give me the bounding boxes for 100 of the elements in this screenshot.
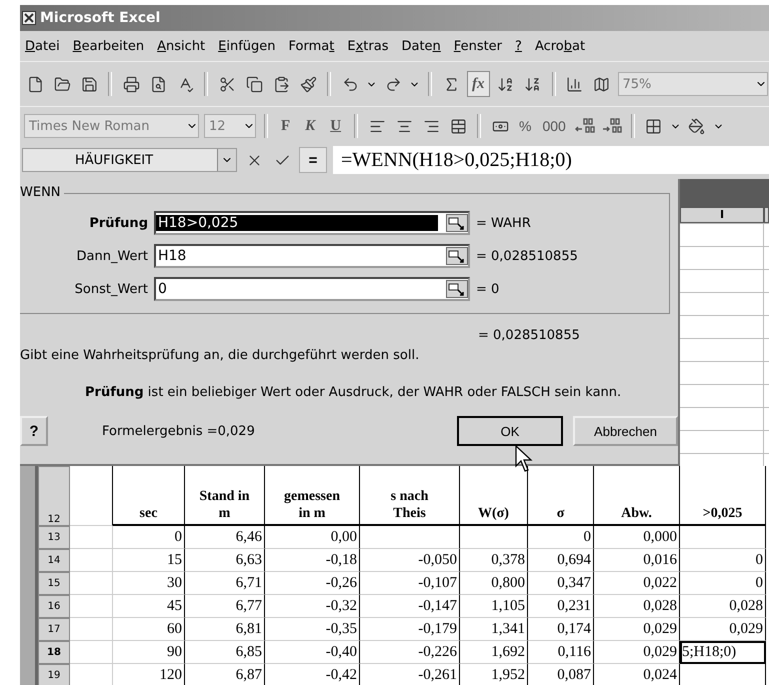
menu-item[interactable]: Bearbeiten — [72, 38, 144, 54]
table-cell: 0,029 — [680, 618, 766, 641]
name-box[interactable]: HÄUFIGKEIT — [22, 148, 237, 172]
column-heading: Abw. — [594, 466, 680, 526]
table-cell: -0,26 — [265, 572, 360, 595]
table-cell: 15 — [113, 549, 185, 572]
table-cell: -0,261 — [360, 664, 460, 685]
ok-button[interactable]: OK — [457, 416, 563, 446]
menu-item[interactable]: ? — [515, 38, 522, 54]
table-cell: -0,40 — [265, 641, 360, 664]
table-cell: -0,32 — [265, 595, 360, 618]
function-name: WENN — [20, 185, 62, 201]
table-cell: 30 — [113, 572, 185, 595]
table-cell: -0,18 — [265, 549, 360, 572]
row-header[interactable]: 12 — [38, 466, 70, 526]
row-header[interactable]: 16 — [38, 595, 70, 618]
row-header[interactable]: 13 — [38, 526, 70, 549]
column-header[interactable] — [764, 207, 769, 223]
cancel-button[interactable]: Abbrechen — [573, 416, 678, 446]
table-cell: 6,71 — [185, 572, 265, 595]
collapse-dialog-icon[interactable] — [446, 214, 468, 232]
table-cell: 0,024 — [594, 664, 680, 685]
table-cell: 0 — [680, 572, 766, 595]
menu-item[interactable]: Extras — [347, 38, 388, 54]
table-cell: 0,029 — [594, 641, 680, 664]
formula-result: Formelergebnis =0,029 — [102, 424, 256, 438]
table-cell: -0,42 — [265, 664, 360, 685]
decrease-decimal-icon[interactable] — [600, 117, 623, 135]
argument-field[interactable]: H18>0,025 — [154, 211, 470, 235]
table-cell: 0,087 — [528, 664, 594, 685]
collapse-dialog-icon[interactable] — [446, 247, 468, 265]
table-cell: 0,029 — [594, 618, 680, 641]
argument-label: Sonst_Wert — [74, 282, 148, 296]
menu-item[interactable]: Fenster — [454, 38, 502, 54]
increase-decimal-icon[interactable] — [574, 117, 596, 135]
menu-item[interactable]: Daten — [401, 38, 441, 54]
italic-button[interactable]: K — [300, 113, 320, 139]
function-description: Gibt eine Wahrheitsprüfung an, die durchgeführt werden soll. — [20, 348, 420, 363]
argument-field[interactable]: H18 — [154, 244, 470, 268]
table-cell: 90 — [113, 641, 185, 664]
equals-button[interactable]: = — [299, 147, 327, 173]
table-cell: -0,107 — [360, 572, 460, 595]
row-header[interactable]: 19 — [38, 664, 70, 685]
column-heading: >0,025 — [680, 466, 766, 526]
table-cell: 6,81 — [185, 618, 265, 641]
help-button[interactable]: ? — [20, 416, 48, 446]
table-cell: 1,341 — [460, 618, 528, 641]
argument-label: Dann_Wert — [76, 248, 148, 264]
table-cell: 0,231 — [528, 595, 594, 618]
argument-field[interactable]: 0 — [154, 277, 470, 301]
table-cell: -0,35 — [265, 618, 360, 641]
row-header[interactable]: 18 — [38, 641, 70, 664]
window-title: Microsoft Excel — [40, 10, 160, 26]
row-header[interactable]: 17 — [38, 618, 70, 641]
function-button[interactable]: fx — [467, 71, 490, 97]
table-cell: 0,694 — [528, 549, 594, 572]
menu-item[interactable]: Format — [288, 38, 334, 54]
excel-logo-icon — [22, 11, 36, 25]
argument-label: Prüfung — [88, 216, 148, 230]
row-header[interactable]: 15 — [38, 572, 70, 595]
menu-item[interactable]: Einfügen — [218, 38, 276, 54]
table-cell: 6,77 — [185, 595, 265, 618]
column-header[interactable]: I — [680, 207, 764, 223]
table-cell: 45 — [113, 595, 185, 618]
column-heading: gemessen in m — [265, 466, 360, 526]
table-cell: 1,692 — [460, 641, 528, 664]
column-heading: Stand in m — [185, 466, 265, 526]
empty-cell — [460, 526, 528, 549]
function-result: = 0,028510855 — [478, 328, 581, 343]
bold-button[interactable]: F — [276, 113, 296, 139]
table-cell: 6,87 — [185, 664, 265, 685]
table-cell: 0,028 — [680, 595, 766, 618]
table-cell: 60 — [113, 618, 185, 641]
table-cell: 6,63 — [185, 549, 265, 572]
row-header[interactable]: 14 — [38, 549, 70, 572]
underline-button[interactable]: U — [325, 113, 346, 139]
menu-item[interactable]: Datei — [25, 38, 60, 54]
table-cell: 0,028 — [594, 595, 680, 618]
table-cell: 0,016 — [594, 549, 680, 572]
collapse-dialog-icon[interactable] — [446, 280, 468, 298]
table-cell: 0,174 — [528, 618, 594, 641]
menu-item[interactable]: Ansicht — [157, 38, 206, 54]
table-cell: 0 — [113, 526, 185, 549]
formula-field[interactable]: =WENN(H18>0,025;H18;0) — [333, 146, 769, 174]
table-cell: 1,952 — [460, 664, 528, 685]
dropdown-button[interactable] — [217, 149, 236, 171]
column-heading: s nach Theis — [360, 466, 460, 526]
column-heading: σ — [528, 466, 594, 526]
table-cell: 0,000 — [594, 526, 680, 549]
thousands-button[interactable]: 000 — [539, 118, 569, 134]
table-cell: -0,050 — [360, 549, 460, 572]
argument-help: Prüfung ist ein beliebiger Wert oder Ausdruck, der WAHR oder FALSCH sein kann. — [85, 385, 622, 400]
argument-result: = 0,028510855 — [476, 248, 578, 264]
menu-item[interactable]: Acrobat — [534, 38, 586, 54]
table-cell: -0,147 — [360, 595, 460, 618]
table-cell: 0,800 — [460, 572, 528, 595]
percent-button[interactable]: % — [516, 118, 534, 134]
active-cell[interactable]: 5;H18;0) — [680, 641, 766, 664]
table-cell: 6,85 — [185, 641, 265, 664]
table-cell: 0,022 — [594, 572, 680, 595]
